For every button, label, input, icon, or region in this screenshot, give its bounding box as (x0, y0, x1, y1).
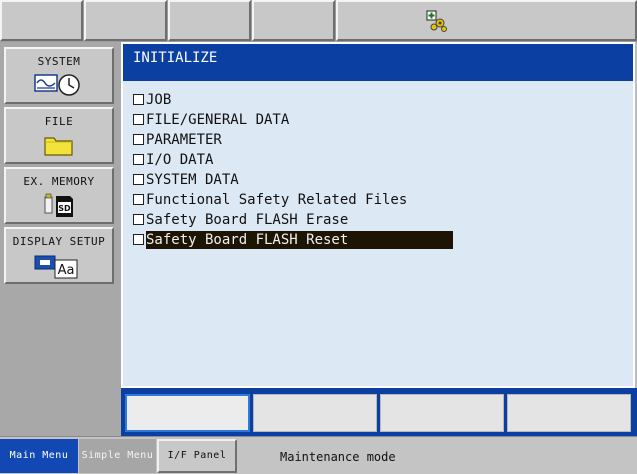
checkbox-icon[interactable] (133, 133, 144, 145)
side-menu-label: DISPLAY SETUP (12, 235, 106, 248)
top-toolbar (0, 0, 637, 42)
side-menu: SYSTEM FILE EX. MEMORY SD DISPLAY SETUP … (0, 42, 121, 436)
list-item-functional-safety-files[interactable]: Functional Safety Related Files (133, 191, 407, 209)
simple-menu-button[interactable]: Simple Menu (79, 439, 156, 473)
side-menu-display-setup[interactable]: DISPLAY SETUP Aa (4, 227, 114, 284)
toolbar-button-1[interactable] (0, 0, 83, 41)
list-item-io-data[interactable]: I/O DATA (133, 151, 213, 169)
side-menu-label: EX. MEMORY (23, 175, 95, 188)
checkbox-icon[interactable] (133, 213, 144, 225)
list-item-file-general-data[interactable]: FILE/GENERAL DATA (133, 111, 289, 129)
initialize-list: JOB FILE/GENERAL DATA PARAMETER I/O DATA… (123, 81, 633, 386)
checkbox-icon[interactable] (133, 93, 144, 105)
list-item-safety-flash-reset[interactable]: Safety Board FLASH Reset (133, 231, 453, 249)
page-title: INITIALIZE (133, 50, 218, 66)
folder-icon (6, 133, 112, 160)
checkbox-icon[interactable] (133, 173, 144, 185)
list-item-safety-flash-erase[interactable]: Safety Board FLASH Erase (133, 211, 348, 229)
display-font-icon: Aa (6, 253, 112, 284)
side-menu-ex-memory[interactable]: EX. MEMORY SD (4, 167, 114, 224)
main-window: INITIALIZE JOB FILE/GENERAL DATA PARAMET… (121, 42, 635, 388)
function-key-1[interactable] (125, 394, 250, 432)
function-key-3[interactable] (380, 394, 504, 432)
status-message: Maintenance mode (280, 450, 396, 464)
sd-card-usb-icon: SD (6, 193, 112, 222)
list-item-system-data[interactable]: SYSTEM DATA (133, 171, 239, 189)
window-title-bar: INITIALIZE (123, 44, 633, 81)
svg-text:Aa: Aa (58, 263, 75, 278)
system-clock-wave-icon (6, 73, 112, 100)
svg-text:SD: SD (58, 204, 71, 213)
status-icon-area[interactable] (336, 0, 637, 41)
side-menu-system[interactable]: SYSTEM (4, 47, 114, 104)
status-bar: Main Menu Simple Menu I/F Panel Maintena… (0, 436, 637, 474)
function-key-2[interactable] (253, 394, 377, 432)
side-menu-label: SYSTEM (37, 55, 81, 68)
toolbar-button-2[interactable] (84, 0, 167, 41)
servo-gear-icon (426, 10, 447, 32)
checkbox-icon[interactable] (133, 193, 144, 205)
toolbar-button-3[interactable] (168, 0, 251, 41)
side-menu-file[interactable]: FILE (4, 107, 114, 164)
if-panel-button[interactable]: I/F Panel (157, 439, 237, 473)
side-menu-label: FILE (44, 115, 74, 128)
checkbox-icon[interactable] (133, 153, 144, 165)
function-key-row (121, 388, 637, 436)
list-item-job[interactable]: JOB (133, 91, 171, 109)
checkbox-icon[interactable] (133, 113, 144, 125)
checkbox-icon[interactable] (133, 233, 144, 245)
toolbar-button-4[interactable] (252, 0, 335, 41)
list-item-parameter[interactable]: PARAMETER (133, 131, 222, 149)
function-key-4[interactable] (507, 394, 631, 432)
main-menu-button[interactable]: Main Menu (0, 439, 78, 473)
